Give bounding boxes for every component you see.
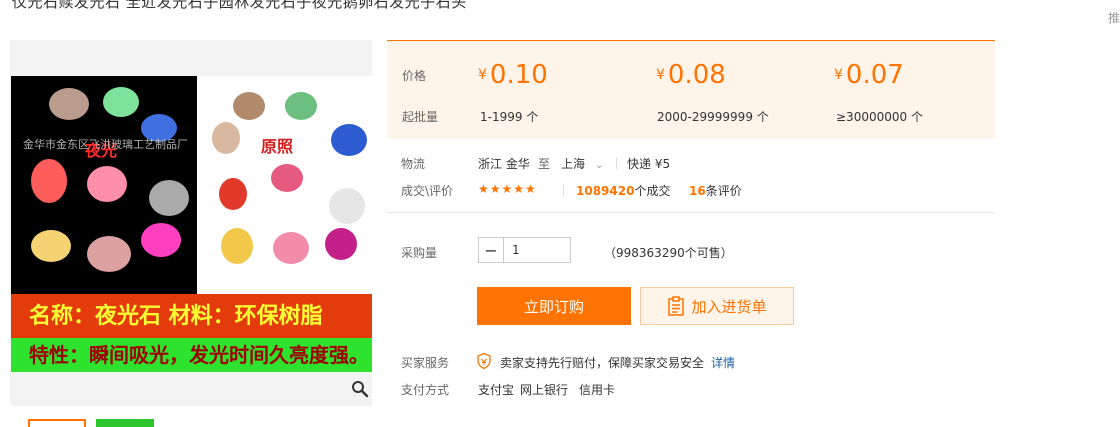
magnifier-icon[interactable] xyxy=(351,380,369,398)
min-order-label: 起批量 xyxy=(402,110,439,124)
qty-tier-1: 1-1999 个 xyxy=(480,110,539,124)
ship-to-select[interactable]: 上海 ⌄ xyxy=(561,155,603,172)
thumbnail-1[interactable] xyxy=(28,419,86,427)
thumbnail-2[interactable] xyxy=(96,419,154,427)
payment-method-alipay: 支付宝 xyxy=(478,383,515,397)
divider-bar xyxy=(563,184,564,196)
payment-method-bank: 网上银行 xyxy=(520,383,569,397)
deal-count-number: 1089420 xyxy=(576,184,635,198)
review-count-suffix: 条评价 xyxy=(705,184,742,198)
buyer-service-text: 卖家支持先行赔付，保障买家交易安全 xyxy=(500,356,705,370)
ship-to-value: 上海 xyxy=(561,157,586,171)
ship-from: 浙江 金华 xyxy=(478,157,530,171)
banner-line-2: 特性：瞬间吸光，发光时间久亮度强。 xyxy=(29,343,369,367)
decrement-button[interactable]: − xyxy=(479,238,504,262)
right-edge-glyph: 推 xyxy=(1107,11,1120,25)
section-divider xyxy=(387,212,995,213)
currency-symbol: ¥ xyxy=(834,67,843,83)
currency-symbol: ¥ xyxy=(478,67,487,83)
purchase-qty-label: 采购量 xyxy=(401,246,438,260)
price-value: 0.07 xyxy=(845,60,904,90)
main-product-image[interactable]: 夜光 原照 金华市金东区飞洪玻璃工艺制品厂 名称：夜光石 材料：环保树脂 特性：… xyxy=(11,76,372,406)
service-details-link[interactable]: 详情 xyxy=(711,354,735,371)
banner-line-1: 名称：夜光石 材料：环保树脂 xyxy=(29,303,323,329)
buy-now-button[interactable]: 立即订购 xyxy=(477,287,631,325)
price-value: 0.10 xyxy=(489,60,548,90)
deal-count[interactable]: 1089420个成交 xyxy=(576,182,670,199)
price-value: 0.08 xyxy=(667,60,726,90)
clipboard-icon xyxy=(668,296,685,316)
add-to-cart-button[interactable]: 加入进货单 xyxy=(640,287,794,325)
qty-tier-2: 2000-29999999 个 xyxy=(657,110,769,124)
deal-count-suffix: 个成交 xyxy=(634,184,671,198)
review-count[interactable]: 16条评价 xyxy=(689,182,742,199)
original-label: 原照 xyxy=(261,137,293,156)
quantity-stepper: − xyxy=(478,237,571,263)
review-count-number: 16 xyxy=(689,184,706,198)
chevron-down-icon: ⌄ xyxy=(595,160,604,171)
express-fee: 快递 ¥5 xyxy=(627,157,671,171)
stock-available: （998363290个可售） xyxy=(604,246,733,260)
thumbnail-strip xyxy=(28,419,154,427)
price-tier-1: ¥0.10 xyxy=(478,60,548,90)
product-gallery: 夜光 原照 金华市金东区飞洪玻璃工艺制品厂 名称：夜光石 材料：环保树脂 特性：… xyxy=(10,40,372,406)
qty-tier-3: ≥30000000 个 xyxy=(836,110,923,124)
quantity-input[interactable] xyxy=(504,238,570,262)
shield-icon xyxy=(477,353,491,369)
divider-bar xyxy=(616,157,617,169)
ship-to-word: 至 xyxy=(538,157,551,171)
currency-symbol: ¥ xyxy=(656,67,665,83)
payment-method-credit: 信用卡 xyxy=(579,383,616,397)
buyer-service-label: 买家服务 xyxy=(401,356,450,370)
payment-label: 支付方式 xyxy=(401,383,450,397)
rating-stars-icon: ★★★★★ xyxy=(478,182,537,196)
add-to-cart-label: 加入进货单 xyxy=(691,297,767,316)
logistics-label: 物流 xyxy=(401,157,426,171)
product-title-fragment: 仪光石赎发光石 全近发光石子园林发光石子夜光鹅卵石发光子石头 xyxy=(12,0,467,11)
deals-label: 成交\评价 xyxy=(401,184,454,198)
watermark-text: 金华市金东区飞洪玻璃工艺制品厂 xyxy=(23,137,188,151)
price-tier-2: ¥0.08 xyxy=(656,60,726,90)
price-panel: 价格 起批量 ¥0.10 ¥0.08 ¥0.07 1-1999 个 2000-2… xyxy=(387,40,995,139)
price-label: 价格 xyxy=(402,69,427,83)
price-tier-3: ¥0.07 xyxy=(834,60,904,90)
